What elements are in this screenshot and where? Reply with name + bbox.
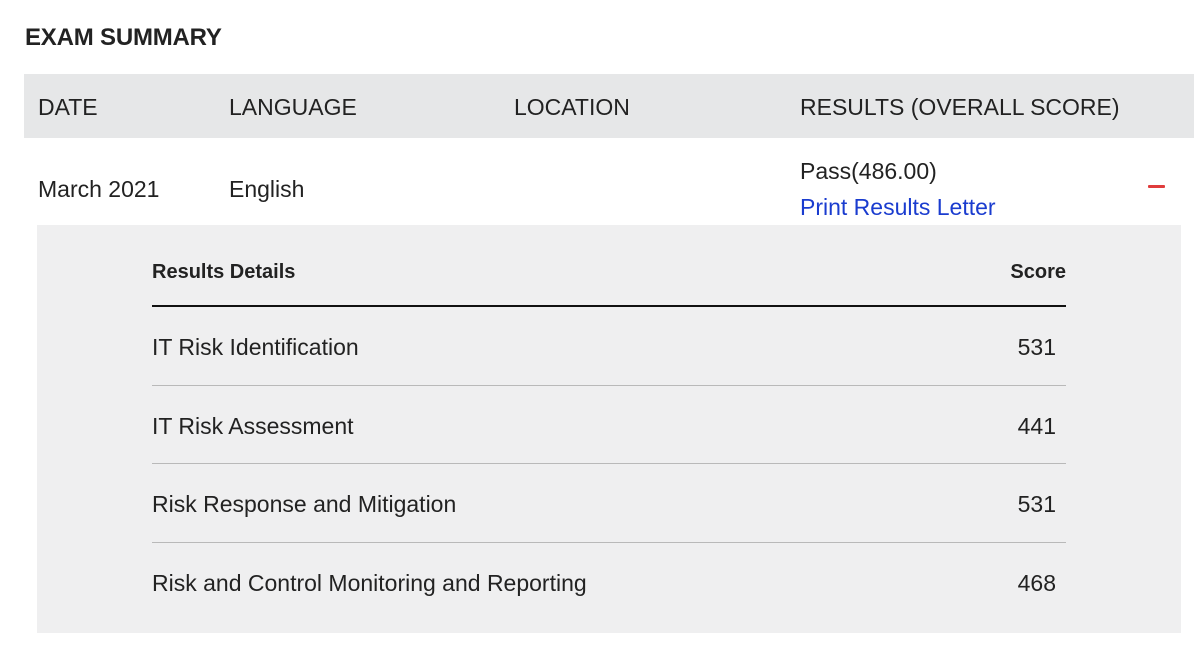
detail-row: Risk and Control Monitoring and Reportin… — [152, 543, 1066, 621]
print-results-letter-link[interactable]: Print Results Letter — [800, 194, 996, 220]
results-details-panel: Results Details Score IT Risk Identifica… — [37, 225, 1181, 633]
exam-summary-page: EXAM SUMMARY DATE LANGUAGE LOCATION RESU… — [0, 0, 1200, 651]
detail-row: IT Risk Assessment 441 — [152, 386, 1066, 464]
domain-label: Risk Response and Mitigation — [152, 491, 457, 517]
header-location: LOCATION — [514, 94, 630, 120]
domain-score: 468 — [1017, 569, 1056, 596]
domain-score: 531 — [1017, 334, 1056, 360]
header-results: RESULTS (OVERALL SCORE) — [800, 94, 1120, 120]
score-heading: Score — [1010, 261, 1066, 283]
header-language: LANGUAGE — [229, 94, 357, 120]
results-details-table: Results Details Score IT Risk Identifica… — [152, 225, 1066, 620]
minus-icon — [1148, 185, 1165, 188]
results-details-heading: Results Details — [152, 261, 296, 283]
domain-label: IT Risk Identification — [152, 334, 359, 360]
section-title: EXAM SUMMARY — [25, 24, 222, 51]
detail-row: Risk Response and Mitigation 531 — [152, 464, 1066, 543]
domain-score: 441 — [1017, 412, 1056, 439]
exam-row: March 2021 English Pass(486.00) Print Re… — [24, 138, 1194, 225]
domain-label: IT Risk Assessment — [152, 412, 354, 439]
collapse-details-button[interactable] — [1147, 174, 1167, 198]
header-date: DATE — [38, 94, 98, 120]
results-details-header: Results Details Score — [152, 225, 1066, 307]
detail-row: IT Risk Identification 531 — [152, 307, 1066, 386]
exam-date: March 2021 — [38, 176, 160, 202]
table-header: DATE LANGUAGE LOCATION RESULTS (OVERALL … — [24, 74, 1194, 138]
exam-result: Pass(486.00) — [800, 158, 937, 184]
domain-label: Risk and Control Monitoring and Reportin… — [152, 569, 587, 596]
exam-language: English — [229, 176, 305, 202]
domain-score: 531 — [1017, 491, 1056, 517]
